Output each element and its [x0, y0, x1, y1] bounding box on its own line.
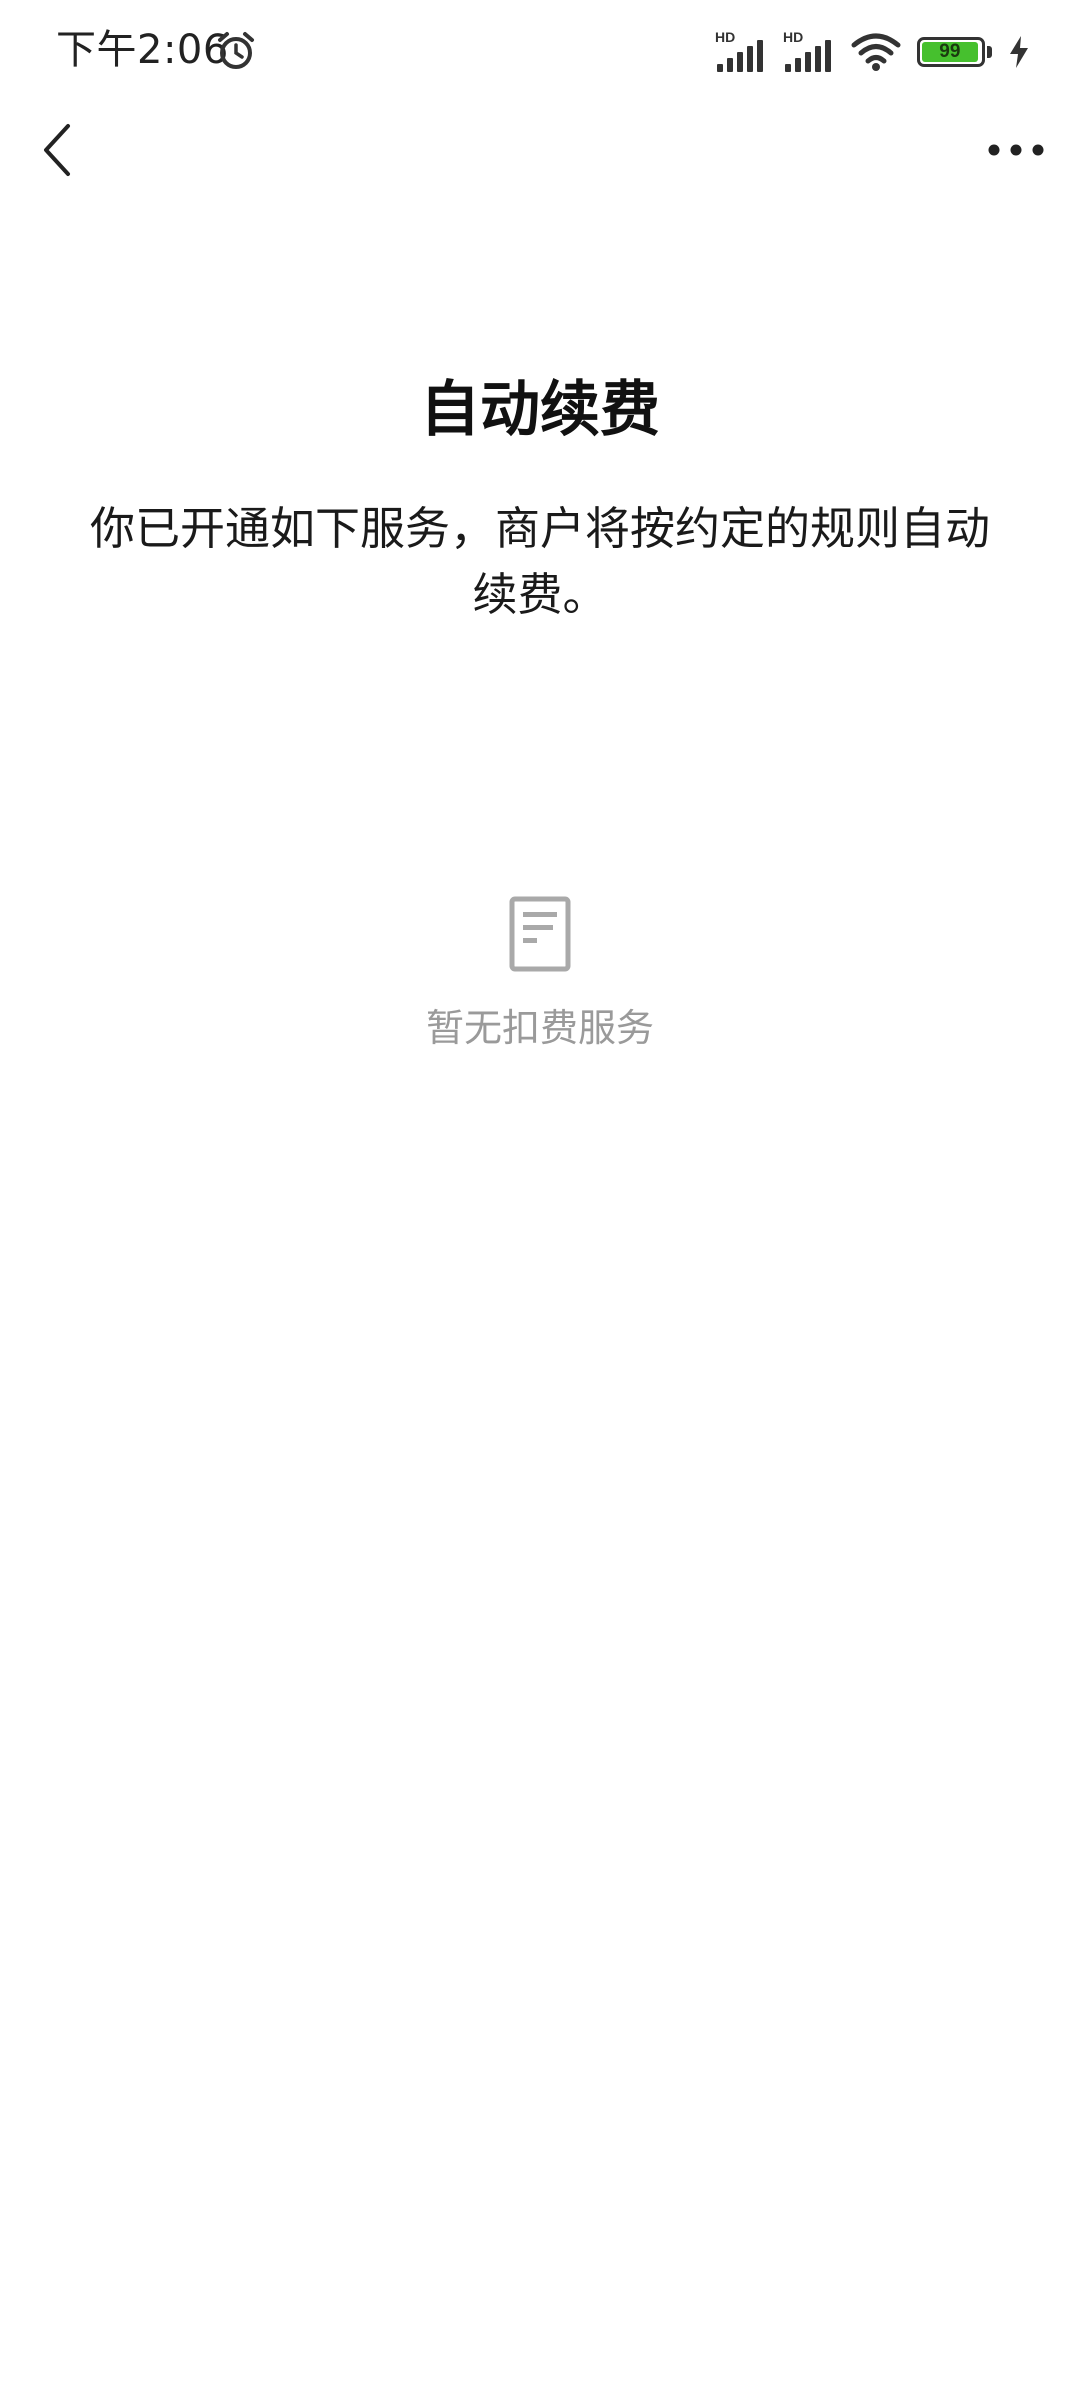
- document-icon: [509, 896, 571, 972]
- cellular-signal-icon: HD: [715, 30, 767, 74]
- status-icons: HD HD 99: [715, 28, 1030, 76]
- empty-state-text: 暂无扣费服务: [425, 1006, 654, 1050]
- status-bar: 下午2:06 HD HD 99: [0, 0, 1080, 100]
- status-time: 下午2:06: [56, 27, 229, 73]
- chevron-left-icon: [44, 124, 70, 176]
- battery-cap: [987, 46, 992, 58]
- page-title: 自动续费: [420, 375, 660, 445]
- battery-fill: 99: [922, 42, 978, 62]
- lightning-bolt-icon: [1010, 36, 1028, 68]
- battery-icon: 99: [917, 37, 985, 67]
- empty-state: 暂无扣费服务: [0, 896, 1080, 1054]
- wifi-icon: [851, 33, 901, 71]
- page-description: 你已开通如下服务，商户将按约定的规则自动续费。: [90, 502, 991, 621]
- back-button[interactable]: [24, 116, 92, 184]
- battery-level: 99: [939, 41, 961, 62]
- more-dots-icon: [988, 144, 1044, 156]
- alarm-clock-icon: [218, 32, 254, 69]
- more-options-button[interactable]: [976, 116, 1056, 184]
- cellular-signal-icon-2: HD: [783, 30, 835, 74]
- nav-bar: [0, 100, 1080, 200]
